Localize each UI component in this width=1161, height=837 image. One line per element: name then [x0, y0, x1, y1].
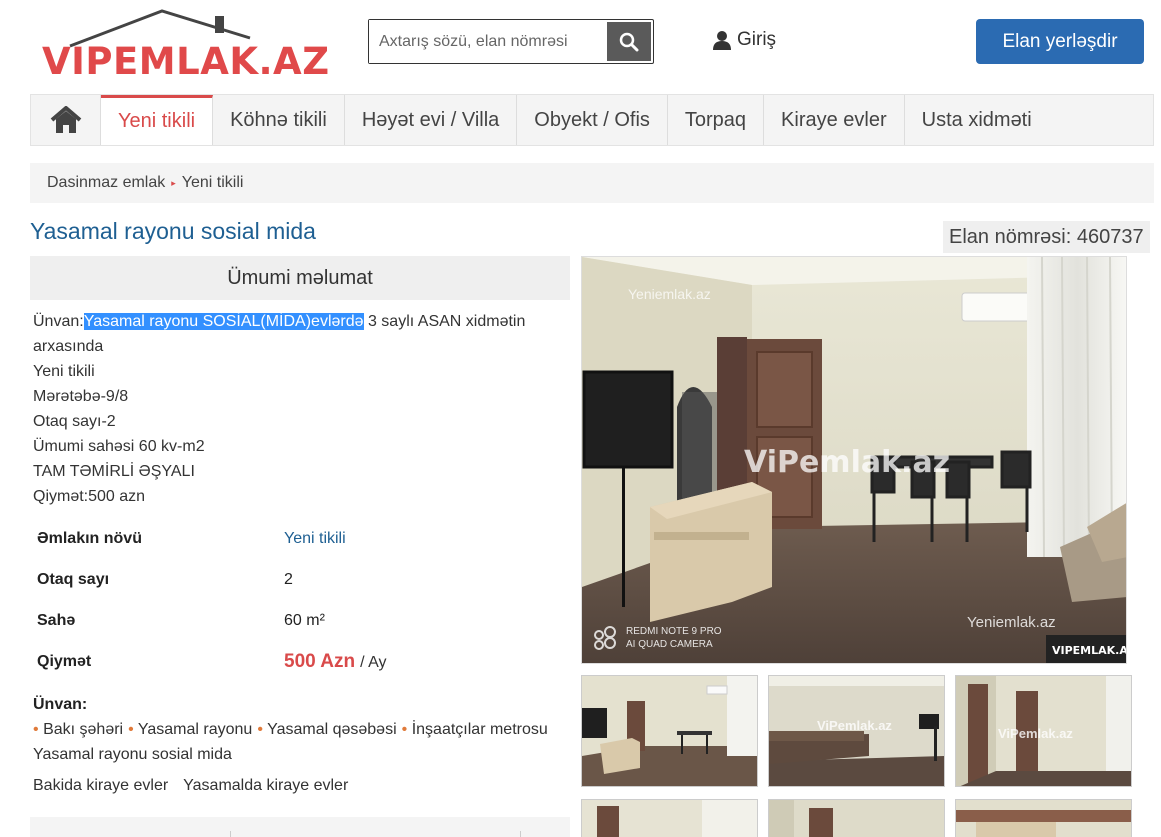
address-tag-label: Yasamal rayonu — [137, 721, 253, 738]
property-value: 60 m² — [284, 611, 325, 629]
search-button[interactable] — [607, 22, 651, 61]
thumbnail-image — [582, 800, 757, 837]
user-icon — [713, 31, 731, 50]
breadcrumb: Dasinmaz emlak ▸ Yeni tikili — [30, 163, 1154, 203]
desc-line: Ümumi sahəsi 60 kv-m2 — [33, 438, 205, 455]
page-title: Yasamal rayonu sosial mida — [30, 218, 316, 244]
bullet-icon: • — [257, 721, 263, 738]
nav-item-obyekt-ofis[interactable]: Obyekt / Ofis — [517, 95, 668, 145]
login-label: Giriş — [737, 29, 777, 50]
corner-badge: VIPEMLAK.AZ — [1052, 644, 1127, 657]
watermark-main: ViPemlak.az — [744, 445, 950, 480]
address-tag[interactable]: • Yasamal qəsəbəsi — [257, 721, 396, 739]
search-input[interactable] — [369, 20, 605, 63]
search-icon — [619, 32, 639, 51]
address-tag[interactable]: • Yasamal rayonu — [128, 721, 252, 739]
address-tags: • Bakı şəhəri • Yasamal rayonu • Yasamal… — [33, 721, 548, 739]
property-label: Qiymət — [37, 652, 92, 670]
address-tag[interactable]: • İnşaatçılar metrosu — [402, 721, 548, 739]
tab-divider — [230, 831, 231, 837]
photo-thumbnail[interactable]: ViPemlak.az — [768, 675, 945, 787]
property-type-link[interactable]: Yeni tikili — [284, 530, 346, 548]
property-row: Qiymət 500 Azn / Ay — [37, 641, 557, 682]
related-link[interactable]: Yasamalda kiraye evler — [183, 777, 348, 795]
desc-line: Qiymət:500 azn — [33, 488, 146, 505]
related-links: Bakida kiraye evler Yasamalda kiraye evl… — [33, 777, 348, 795]
property-label: Otaq sayı — [37, 570, 110, 588]
thumbnail-image — [582, 676, 757, 786]
nav-item-yeni-tikili[interactable]: Yeni tikili — [101, 95, 214, 145]
desc-line: TAM TƏMİRLİ ƏŞYALI — [33, 463, 195, 480]
photo-thumbnail[interactable] — [581, 799, 758, 837]
search-box — [368, 19, 654, 64]
room-photo: Yeniemlak.az Yeniemlak.az ViPemlak.az RE… — [582, 257, 1127, 663]
property-table: Əmlakın növü Yeni tikili Otaq sayı 2 Sah… — [37, 518, 557, 682]
property-row: Otaq sayı 2 — [37, 559, 557, 600]
bullet-icon: • — [128, 721, 134, 738]
price-value: 500 Azn — [284, 650, 356, 672]
property-row: Sahə 60 m² — [37, 600, 557, 641]
watermark-small: Yeniemlak.az — [967, 614, 1056, 631]
address-title: Ünvan: — [33, 696, 88, 713]
thumbnail-watermark: ViPemlak.az — [998, 726, 1073, 741]
watermark-small: Yeniemlak.az — [628, 286, 711, 302]
thumbnail-image: ViPemlak.az — [956, 676, 1131, 786]
photo-thumbnail[interactable] — [581, 675, 758, 787]
property-label: Əmlakın növü — [37, 529, 142, 547]
thumbnail-image — [956, 800, 1131, 837]
main-photo[interactable]: Yeniemlak.az Yeniemlak.az ViPemlak.az RE… — [581, 256, 1127, 664]
address-tag-label: Bakı şəhəri — [43, 721, 124, 738]
desc-line: Otaq sayı-2 — [33, 413, 116, 430]
desc-line: Mərətəbə-9/8 — [33, 388, 129, 405]
address-name: Yasamal rayonu sosial mida — [33, 746, 232, 763]
photo-thumbnail[interactable] — [955, 799, 1132, 837]
price-value-group: 500 Azn / Ay — [284, 651, 387, 673]
address-tag-label: İnşaatçılar metrosu — [411, 721, 548, 738]
login-link[interactable]: Giriş — [712, 29, 776, 51]
logo-text: VIPEMLAK.AZ — [42, 40, 330, 83]
section-title: Ümumi məlumat — [30, 256, 570, 300]
nav-item-heyet-evi[interactable]: Həyət evi / Villa — [345, 95, 518, 145]
property-value: 2 — [284, 570, 293, 588]
desc-address: Ünvan:Yasamal rayonu SOSİAL(MİDA)evlərdə… — [33, 309, 563, 359]
nav-item-torpaq[interactable]: Torpaq — [668, 95, 765, 145]
bullet-icon: • — [401, 721, 408, 738]
nav-item-kiraye-evler[interactable]: Kiraye evler — [764, 95, 905, 145]
nav-item-usta-xidmeti[interactable]: Usta xidməti — [905, 95, 1049, 145]
camera-model: REDMI NOTE 9 PRO — [626, 626, 722, 637]
property-label: Sahə — [37, 611, 76, 629]
desc-line: Yeni tikili — [33, 363, 95, 380]
desc-address-prefix: Ünvan: — [33, 313, 84, 330]
breadcrumb-item[interactable]: Dasinmaz emlak — [47, 174, 165, 192]
bullet-icon: • — [33, 721, 39, 738]
home-icon — [50, 106, 81, 133]
property-row: Əmlakın növü Yeni tikili — [37, 518, 557, 559]
nav-home[interactable] — [31, 95, 101, 145]
site-logo[interactable]: VIPEMLAK.AZ — [40, 8, 329, 83]
description: Ünvan:Yasamal rayonu SOSİAL(MİDA)evlərdə… — [33, 309, 563, 509]
thumbnail-image — [769, 800, 944, 837]
address-tag-label: Yasamal qəsəbəsi — [267, 721, 397, 738]
breadcrumb-separator-icon: ▸ — [171, 177, 176, 188]
bottom-tabs — [30, 817, 570, 837]
post-ad-button[interactable]: Elan yerləşdir — [976, 19, 1144, 64]
breadcrumb-item[interactable]: Yeni tikili — [182, 174, 244, 192]
thumbnail-watermark: ViPemlak.az — [817, 718, 892, 733]
listing-number: Elan nömrəsi: 460737 — [943, 221, 1150, 253]
photo-thumbnail[interactable] — [768, 799, 945, 837]
price-unit: / Ay — [360, 653, 387, 671]
main-nav: Yeni tikili Köhnə tikili Həyət evi / Vil… — [30, 94, 1154, 146]
camera-desc: AI QUAD CAMERA — [626, 639, 713, 650]
photo-thumbnail[interactable]: ViPemlak.az — [955, 675, 1132, 787]
related-link[interactable]: Bakida kiraye evler — [33, 777, 168, 795]
thumbnail-image: ViPemlak.az — [769, 676, 944, 786]
selected-text: Yasamal rayonu SOSİAL(MİDA)evlərdə — [83, 313, 364, 330]
nav-item-kohne-tikili[interactable]: Köhnə tikili — [213, 95, 345, 145]
tab-divider — [520, 831, 521, 837]
address-tag[interactable]: • Bakı şəhəri — [33, 721, 123, 739]
